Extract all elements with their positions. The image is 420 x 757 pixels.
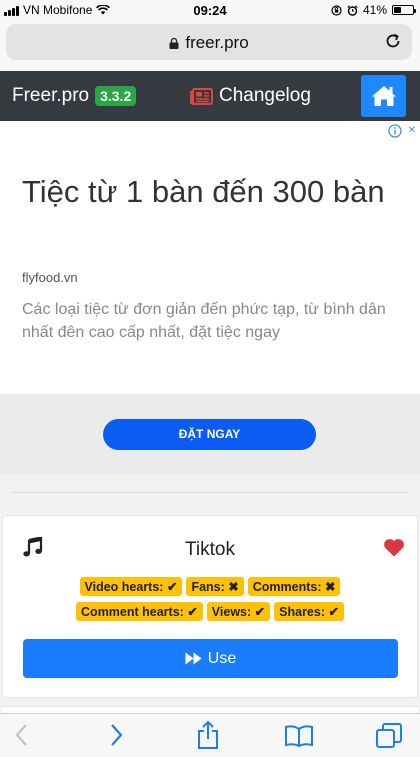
address-bar[interactable]: freer.pro [6,24,412,60]
adchoices-icon[interactable] [388,124,402,138]
use-button[interactable]: Use [23,639,398,678]
share-icon[interactable] [196,720,220,750]
feature-badges: Video hearts: ✔ Fans: ✖ Comments: ✖ Comm… [3,577,417,621]
status-right: 41% [331,3,416,17]
ad-title[interactable]: Tiệc từ 1 bàn đến 300 bàn [22,173,402,211]
badge-video-hearts: Video hearts: ✔ [79,577,183,596]
ad-domain: flyfood.vn [22,270,78,285]
brand-name: Freer.pro [12,85,90,106]
ad-cta-button[interactable]: ĐẶT NGAY [103,419,316,450]
badge-shares: Shares: ✔ [274,602,344,621]
badge-row-2: Comment hearts: ✔ Views: ✔ Shares: ✔ [76,602,344,621]
badge-fans: Fans: ✖ [186,577,244,596]
changelog-link[interactable]: Changelog [190,85,311,107]
alarm-icon [347,4,358,16]
badge-comments: Comments: ✖ [247,577,341,596]
brand-link[interactable]: Freer.pro 3.3.2 [12,85,137,107]
home-icon [371,86,396,106]
fast-forward-icon [185,652,202,665]
url-display[interactable]: freer.pro [6,33,412,53]
forward-icon[interactable] [108,723,124,747]
use-label: Use [207,649,237,667]
lock-icon [169,38,179,49]
reload-icon[interactable] [384,32,402,50]
divider [12,492,408,493]
badge-comment-hearts: Comment hearts: ✔ [76,602,203,621]
ad-close-icon[interactable]: ✕ [408,125,416,136]
ad-banner[interactable]: ✕ Tiệc từ 1 bàn đến 300 bàn flyfood.vn C… [0,121,420,394]
heart-icon[interactable] [383,538,405,557]
battery-icon [392,5,416,15]
card-title: Tiktok [185,539,235,560]
back-icon[interactable] [14,723,30,747]
browser-address-area: freer.pro [0,22,420,70]
url-text: freer.pro [185,33,249,52]
tabs-icon[interactable] [375,722,403,750]
version-badge: 3.3.2 [95,86,137,106]
ad-description: Các loại tiệc từ đơn giản đến phức tạp, … [22,301,386,341]
bookmarks-icon[interactable] [284,725,314,747]
home-button[interactable] [361,75,406,117]
badge-row-1: Video hearts: ✔ Fans: ✖ Comments: ✖ [79,577,341,596]
service-card-tiktok: Tiktok Video hearts: ✔ Fans: ✖ Comments:… [2,515,418,698]
status-bar: VN Mobifone 09:24 41% [0,0,420,22]
battery-percent: 41% [362,3,387,17]
newspaper-icon [190,87,213,105]
changelog-label: Changelog [219,85,311,106]
battery-level [394,7,402,13]
browser-toolbar [0,713,420,757]
orientation-lock-icon [331,4,342,16]
badge-views: Views: ✔ [206,602,271,621]
ad-cta-area: ĐẶT NGAY [0,394,420,474]
site-navbar: Freer.pro 3.3.2 Changelog [0,71,420,121]
